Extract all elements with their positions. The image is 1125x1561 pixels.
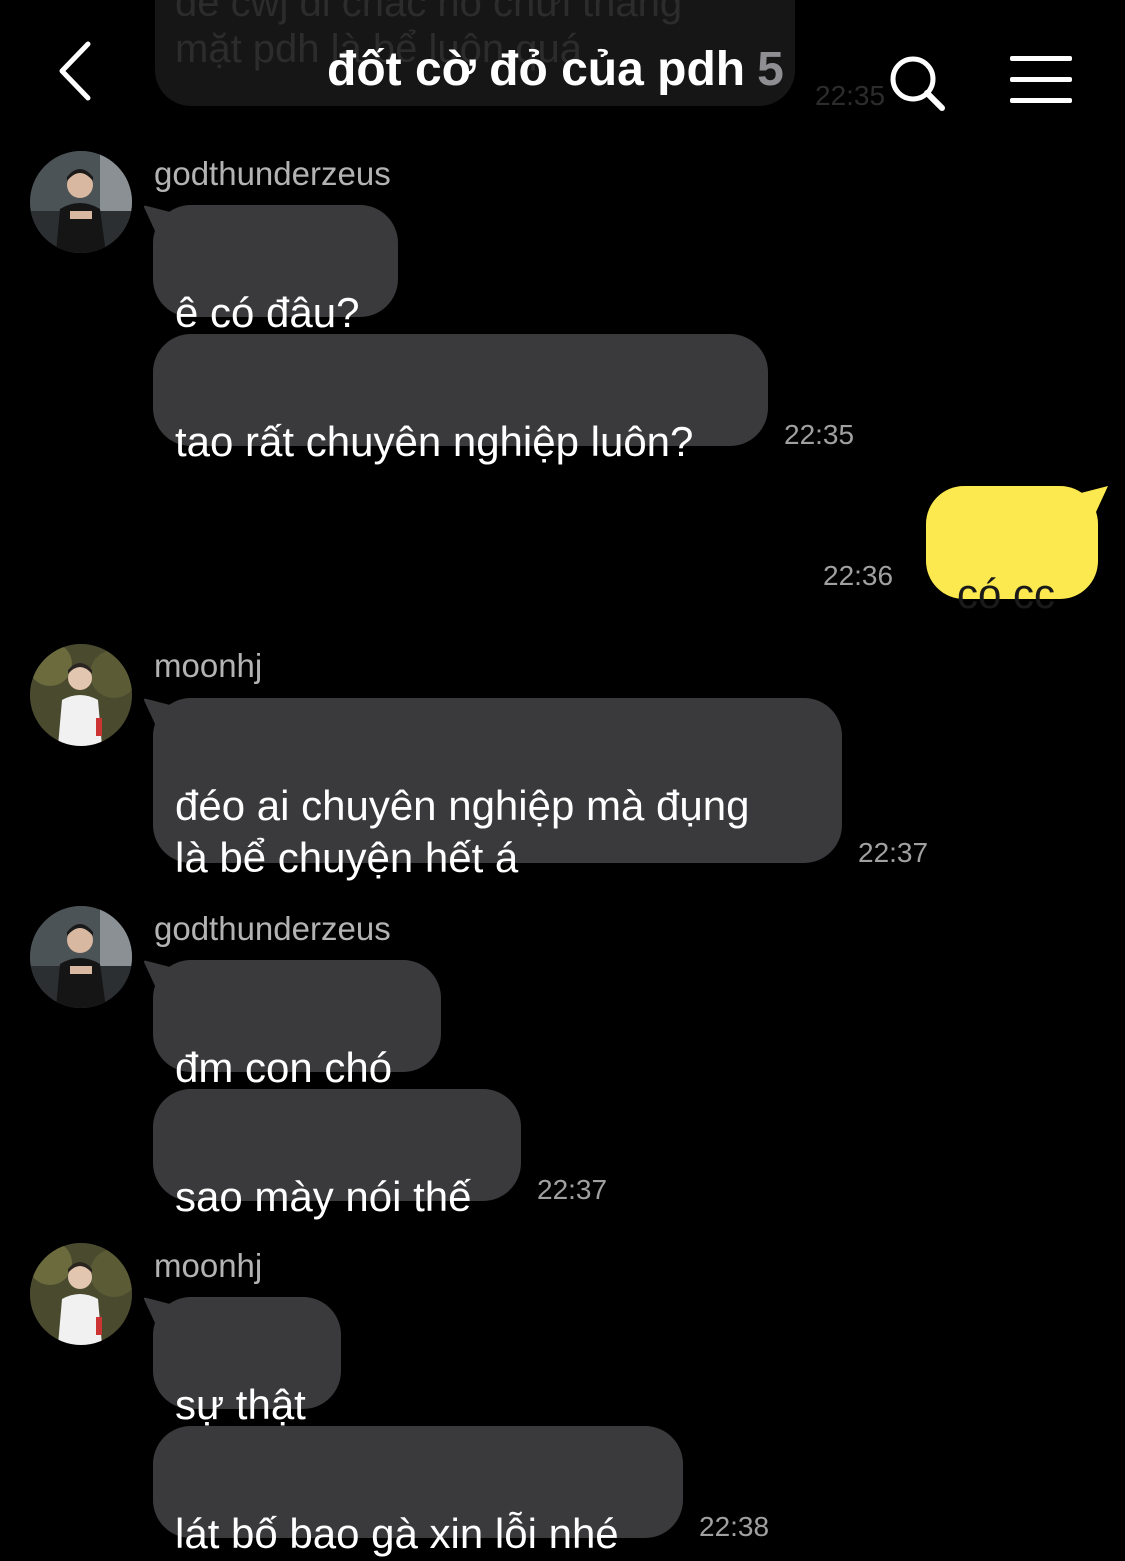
chat-header: đốt cờ đỏ của pdh 5 [0,0,1125,130]
message-text: có cc [957,570,1056,617]
menu-button[interactable] [1008,54,1074,106]
avatar-moonhj [30,1243,132,1345]
message-time: 22:35 [784,419,855,450]
search-icon [890,56,945,111]
message-bubble[interactable]: tao rất chuyên nghiệp luôn? [153,334,768,465]
message-bubble[interactable]: lát bố bao gà xin lỗi nhé [153,1426,683,1557]
avatar-godthunderzeus [30,906,132,1008]
chevron-left-icon [59,41,91,101]
message-bubble[interactable]: đm con chó [153,960,441,1091]
message-bubble[interactable]: sự thật [153,1297,341,1428]
message-text: sự thật [175,1381,306,1428]
chat-title[interactable]: đốt cờ đỏ của pdh 5 [327,40,784,100]
chat-title-text: đốt cờ đỏ của pdh [327,43,746,96]
message-bubble[interactable]: đéo ai chuyên nghiệp mà đụng là bể chuyệ… [153,698,842,881]
message-text: lát bố bao gà xin lỗi nhé [175,1510,619,1557]
message-text: đm con chó [175,1044,393,1091]
hamburger-menu-icon [1010,56,1072,103]
my-message-bubble[interactable]: có cc [926,486,1098,617]
message-time: 22:37 [858,837,929,868]
sender-name: moonhj [154,647,263,684]
avatar[interactable] [30,1243,132,1345]
message-text: đéo ai chuyên nghiệp mà đụng là bể chuyệ… [175,782,750,881]
sender-name: godthunderzeus [154,910,391,947]
back-button[interactable] [50,36,110,106]
avatar[interactable] [30,644,132,746]
message-time: 22:36 [823,560,894,591]
message-bubble[interactable]: sao mày nói thế [153,1089,521,1220]
avatar-godthunderzeus [30,151,132,253]
avatar[interactable] [30,906,132,1008]
message-text: tao rất chuyên nghiệp luôn? [175,418,694,465]
avatar-moonhj [30,644,132,746]
search-button[interactable] [886,52,950,116]
chat-screen: để cwj đi chắc nó chửi thẳng mặt pdh là … [0,0,1125,1561]
message-text: sao mày nói thế [175,1173,472,1220]
avatar[interactable] [30,151,132,253]
sender-name: moonhj [154,1247,263,1284]
member-count: 5 [757,43,784,96]
message-bubble[interactable]: ê có đâu? [153,205,398,336]
message-text: ê có đâu? [175,289,360,336]
sender-name: godthunderzeus [154,155,391,192]
message-time: 22:38 [699,1511,770,1542]
message-time: 22:37 [537,1174,608,1205]
